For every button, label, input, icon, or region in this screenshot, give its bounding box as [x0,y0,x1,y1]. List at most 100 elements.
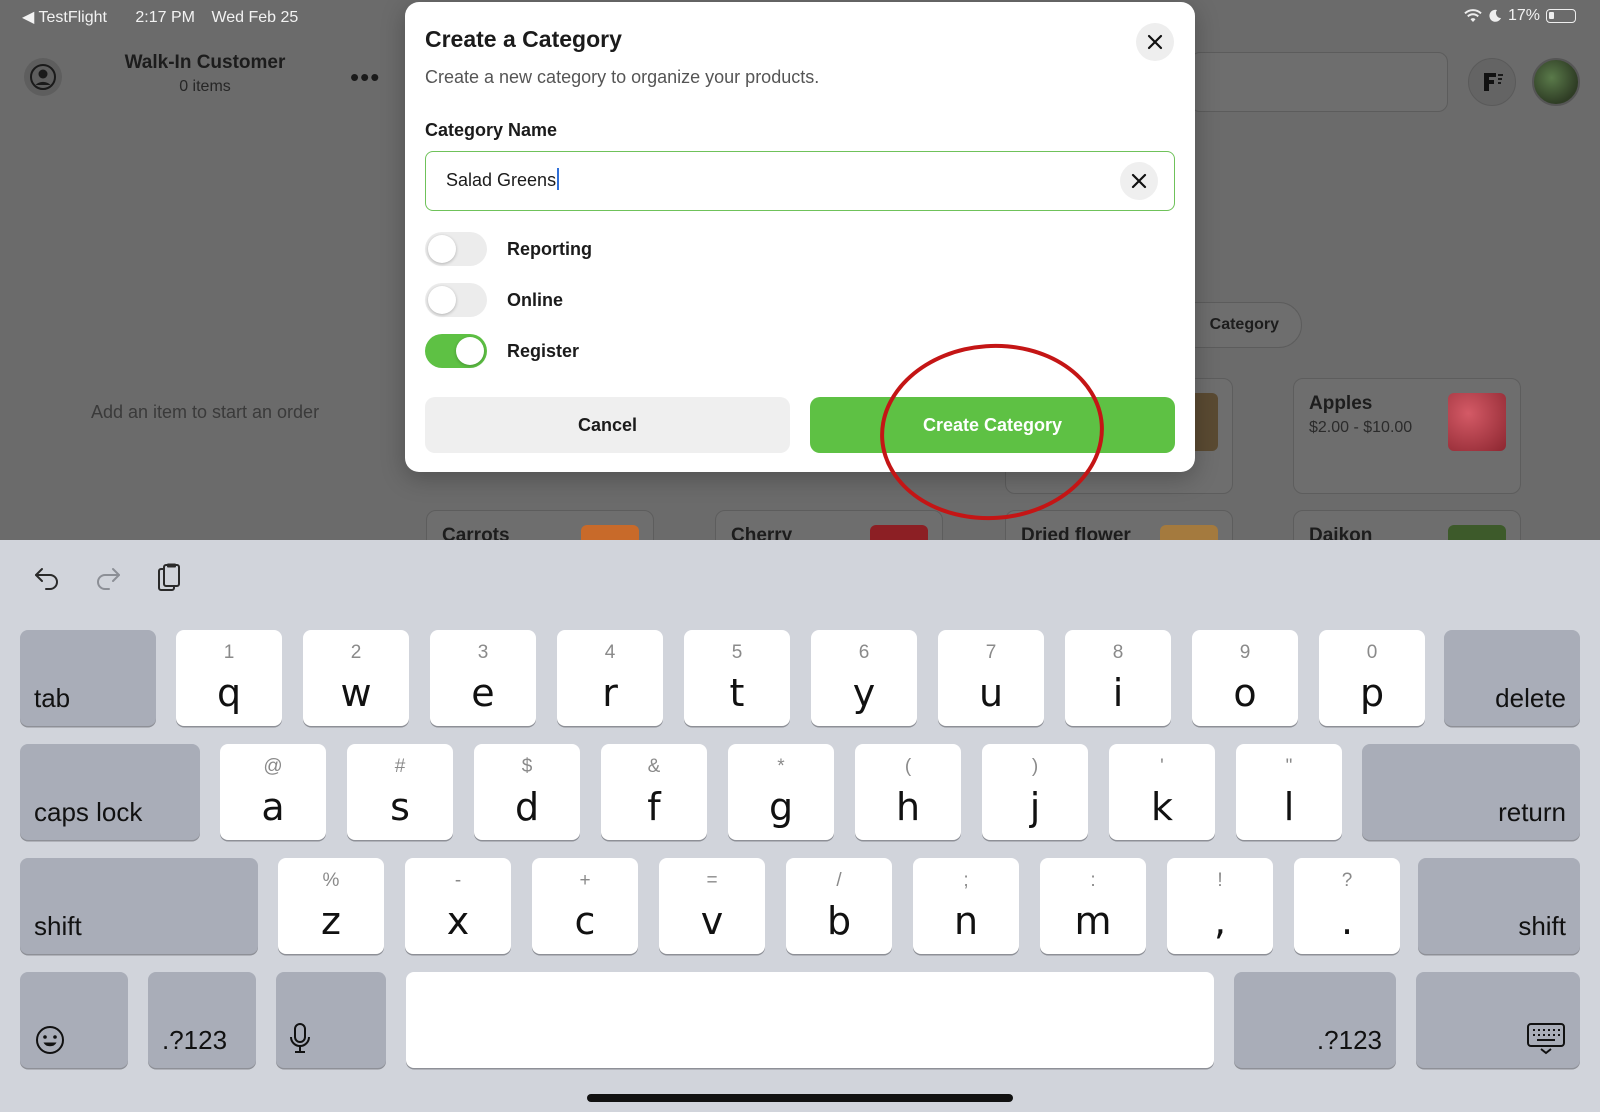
caps-lock-key[interactable]: caps lock [20,744,200,840]
key-alt-label: ( [904,756,912,777]
product-thumbnail [870,525,928,540]
key-y[interactable]: 6y [811,630,917,726]
product-card-daikon[interactable]: Daikon [1293,510,1521,540]
key-period[interactable]: ?. [1294,858,1400,954]
shift-right-key[interactable]: shift [1418,858,1580,954]
status-time: 2:17 PM [135,9,195,26]
dictation-key[interactable] [276,972,386,1068]
key-s[interactable]: # s [347,744,453,840]
space-key[interactable] [406,972,1214,1068]
key-c[interactable]: + c [532,858,638,954]
key-i[interactable]: 8i [1065,630,1171,726]
key-label: i [1112,671,1124,715]
key-label: y [852,671,876,715]
back-to-app-link[interactable]: ◀ TestFlight [22,9,119,26]
key-u[interactable]: 7u [938,630,1044,726]
numbers-key-left[interactable]: .?123 [148,972,256,1068]
numbers-key-right[interactable]: .?123 [1234,972,1396,1068]
close-icon[interactable] [1136,23,1174,61]
toggle-label: Online [507,289,564,310]
key-g[interactable]: * g [728,744,834,840]
key-l[interactable]: " l [1236,744,1342,840]
category-name-input[interactable]: Salad Greens [446,168,560,191]
key-j[interactable]: ) j [982,744,1088,840]
key-alt-label: ) [1031,756,1039,777]
return-key[interactable]: return [1362,744,1580,840]
product-search-input[interactable] [1190,52,1448,112]
key-alt-label: - [454,870,462,891]
reporting-toggle[interactable] [425,232,487,266]
key-w[interactable]: 2w [303,630,409,726]
key-alt-label: # [394,756,406,777]
redo-icon[interactable] [90,560,126,596]
undo-icon[interactable] [29,560,65,596]
tab-key[interactable]: tab [20,630,156,726]
key-comma[interactable]: !, [1167,858,1273,954]
product-card-cherry[interactable]: Cherry [715,510,943,540]
key-r[interactable]: 4r [557,630,663,726]
key-a[interactable]: @ a [220,744,326,840]
toggle-row-reporting: Reporting [425,231,592,267]
key-f[interactable]: & f [601,744,707,840]
product-card-dried-flower[interactable]: Dried flower [1005,510,1233,540]
key-q[interactable]: 1q [176,630,282,726]
toggle-knob [428,286,456,314]
moon-icon [1489,9,1501,22]
category-name-field[interactable]: Salad Greens [425,151,1175,211]
key-n[interactable]: ; n [913,858,1019,954]
online-toggle[interactable] [425,283,487,317]
cancel-button[interactable]: Cancel [425,397,790,453]
key-m[interactable]: :m [1040,858,1146,954]
key-x[interactable]: -x [405,858,511,954]
product-name: Cherry [731,525,793,540]
key-alt-label: / [836,870,842,891]
product-thumbnail [581,525,639,540]
key-h[interactable]: (h [855,744,961,840]
battery-percent: 17% [1507,7,1540,24]
key-label: s [390,785,410,829]
clear-input-icon[interactable] [1120,162,1158,200]
more-options-icon[interactable]: ••• [350,62,380,93]
product-card-carrots[interactable]: Carrots [426,510,654,540]
customer-icon[interactable] [24,58,62,96]
text-caret [557,168,560,190]
key-alt-label: ; [963,870,969,891]
emoji-key[interactable] [20,972,128,1068]
key-label: z [321,899,341,943]
emoji-icon [36,1026,64,1054]
key-b[interactable]: / b [786,858,892,954]
status-right: 17% [1464,7,1576,25]
shift-left-key[interactable]: shift [20,858,258,954]
product-thumbnail [1448,393,1506,451]
key-k[interactable]: ' k [1109,744,1215,840]
home-indicator [587,1094,1013,1102]
product-card-apples[interactable]: Apples $2.00 - $10.00 [1293,378,1521,494]
register-toggle[interactable] [425,334,487,368]
key-p[interactable]: 0p [1319,630,1425,726]
hide-keyboard-key[interactable] [1416,972,1580,1068]
paste-icon[interactable] [151,560,187,596]
delete-key[interactable]: delete [1444,630,1580,726]
key-label: tab [34,683,71,713]
barcode-scanner-icon[interactable] [1468,58,1516,106]
key-label: shift [34,911,82,941]
key-d[interactable]: $ d [474,744,580,840]
key-alt-label: 3 [477,642,489,663]
key-label: , [1213,899,1227,943]
key-alt-label: 1 [223,642,235,663]
key-z[interactable]: % z [278,858,384,954]
key-label: o [1233,671,1257,715]
customer-name[interactable]: Walk-In Customer [100,52,310,74]
key-label: f [647,785,661,829]
key-alt-label: @ [263,756,283,777]
key-v[interactable]: = v [659,858,765,954]
key-t[interactable]: 5t [684,630,790,726]
key-label: x [446,899,470,943]
key-label: p [1359,671,1385,715]
key-o[interactable]: 9o [1192,630,1298,726]
profile-avatar[interactable] [1532,58,1580,106]
key-alt-label: 2 [350,642,362,663]
key-label: j [1029,785,1041,829]
key-label: delete [1495,683,1566,713]
key-e[interactable]: 3e [430,630,536,726]
